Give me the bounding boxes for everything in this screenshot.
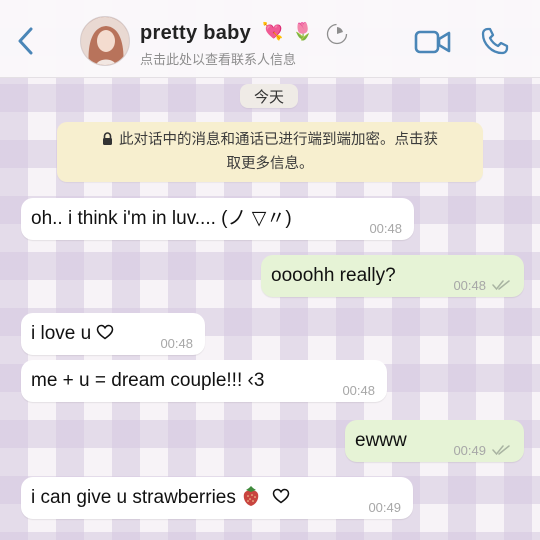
cupid-heart-emoji: 💘 — [262, 22, 284, 41]
message-time: 00:48 — [453, 278, 486, 293]
message-bubble-outgoing[interactable]: ewww 00:49 — [345, 420, 524, 462]
date-divider: 今天 — [240, 84, 298, 108]
heart-outline-icon — [97, 324, 114, 340]
phone-icon — [481, 27, 509, 55]
message-text: i can give u strawberries — [31, 487, 236, 508]
message-text: oooohh really? — [271, 265, 396, 286]
message-text: me + u = dream couple!!! ‹3 — [31, 370, 265, 391]
message-time: 00:48 — [369, 221, 402, 236]
video-call-button[interactable] — [414, 28, 452, 56]
chat-header: pretty baby 💘 🌷 点击此处以查看联系人信息 — [0, 0, 540, 78]
strawberry-icon — [243, 486, 259, 506]
heart-outline-icon — [273, 488, 290, 504]
message-bubble-outgoing[interactable]: oooohh really? 00:48 — [261, 255, 524, 297]
back-button[interactable] — [10, 26, 40, 56]
contact-avatar[interactable] — [80, 16, 130, 66]
message-time: 00:48 — [160, 336, 193, 351]
message-text: oh.. i think i'm in luv.... (ノ ▽〃) — [31, 208, 292, 229]
video-camera-icon — [414, 30, 451, 54]
message-time: 00:49 — [453, 443, 486, 458]
message-bubble-incoming[interactable]: oh.. i think i'm in luv.... (ノ ▽〃) 00:48 — [21, 198, 414, 240]
encryption-notice[interactable]: 此对话中的消息和通话已进行端到端加密。点击获 取更多信息。 — [57, 122, 483, 182]
tulip-emoji: 🌷 — [292, 22, 314, 41]
contact-name[interactable]: pretty baby — [140, 22, 251, 45]
voice-call-button[interactable] — [480, 26, 510, 56]
encryption-notice-line1: 此对话中的消息和通话已进行端到端加密。点击获 — [119, 132, 438, 148]
double-check-read-icon — [492, 280, 510, 291]
avatar-photo — [81, 17, 129, 65]
message-bubble-incoming[interactable]: i love u 00:48 — [21, 313, 205, 355]
message-text: i love u — [31, 323, 92, 344]
disappearing-ring-icon — [326, 23, 348, 45]
message-time: 00:48 — [342, 383, 375, 398]
message-text: ewww — [355, 430, 407, 451]
message-bubble-incoming[interactable]: i can give u strawberries 00:49 — [21, 477, 413, 519]
double-check-read-icon — [492, 445, 510, 456]
chevron-left-icon — [18, 27, 33, 55]
message-time: 00:49 — [368, 500, 401, 515]
message-bubble-incoming[interactable]: me + u = dream couple!!! ‹3 00:48 — [21, 360, 387, 402]
contact-info-hint[interactable]: 点击此处以查看联系人信息 — [140, 49, 296, 68]
lock-icon — [103, 132, 112, 145]
encryption-notice-line2: 取更多信息。 — [226, 156, 314, 172]
